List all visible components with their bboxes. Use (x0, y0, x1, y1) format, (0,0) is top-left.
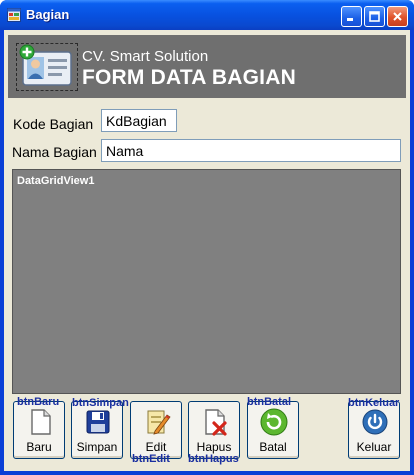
keluar-button-label: Keluar (356, 440, 392, 454)
application-window: Bagian CV. Smart Solution FORM DATA BAGI… (0, 0, 414, 475)
nama-bagian-input[interactable] (101, 139, 401, 162)
refresh-icon (260, 408, 288, 436)
edit-pencil-icon (147, 410, 171, 435)
data-grid-view[interactable]: DataGridView1 (12, 169, 401, 394)
minimize-icon (347, 18, 353, 21)
batal-button-label: Batal (259, 440, 287, 454)
user-card-icon (19, 44, 72, 86)
header-panel: CV. Smart Solution FORM DATA BAGIAN (8, 35, 406, 98)
keluar-button[interactable]: Keluar (348, 401, 400, 459)
close-icon (393, 12, 402, 21)
batal-button[interactable]: Batal (247, 401, 299, 459)
maximize-icon (369, 11, 380, 22)
floppy-disk-icon (86, 410, 110, 434)
window-title: Bagian (26, 7, 70, 22)
kode-bagian-input[interactable] (101, 109, 177, 132)
baru-button-label: Baru (26, 440, 52, 454)
nama-bagian-label: Nama Bagian (12, 144, 97, 160)
company-name: CV. Smart Solution (82, 48, 209, 65)
title-bar[interactable]: Bagian (0, 0, 414, 30)
close-button[interactable] (387, 6, 408, 27)
simpan-button[interactable]: Simpan (71, 401, 123, 459)
edit-button[interactable]: Edit (130, 401, 182, 459)
btn-hapus-name: btnHapus (188, 453, 239, 465)
kode-bagian-label: Kode Bagian (13, 116, 94, 132)
simpan-button-label: Simpan (76, 440, 118, 454)
power-icon (362, 409, 388, 435)
btn-edit-name: btnEdit (132, 453, 170, 465)
btn-batal-name: btnBatal (247, 396, 291, 408)
form-title: FORM DATA BAGIAN (82, 66, 296, 89)
hapus-button[interactable]: Hapus (188, 401, 240, 459)
grid-name-label: DataGridView1 (17, 175, 95, 187)
hapus-button-label: Hapus (196, 440, 232, 454)
btn-simpan-name: btnSimpan (72, 397, 129, 409)
logo-picture-box (16, 43, 78, 91)
delete-document-icon (205, 409, 227, 436)
baru-button[interactable]: Baru (13, 401, 65, 459)
btn-keluar-name: btnKeluar (348, 397, 400, 409)
app-window-icon (7, 8, 21, 22)
minimize-button[interactable] (341, 6, 362, 27)
new-document-icon (31, 409, 51, 435)
form-client-area: CV. Smart Solution FORM DATA BAGIAN Kode… (4, 30, 410, 471)
maximize-button[interactable] (364, 6, 385, 27)
edit-button-label: Edit (145, 440, 167, 454)
btn-baru-name: btnBaru (17, 396, 60, 408)
